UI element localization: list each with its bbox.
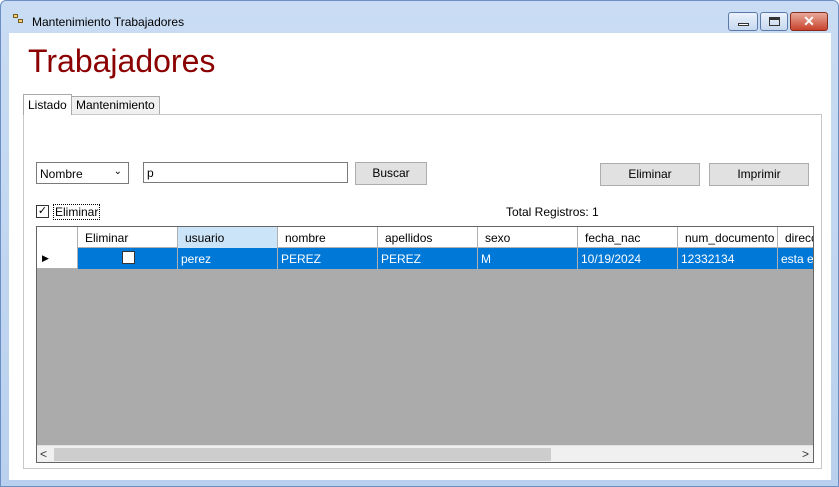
window-title: Mantenimiento Trabajadores [32, 15, 185, 29]
tab-listado[interactable]: Listado [23, 94, 72, 115]
column-header-direccion[interactable]: direcc [778, 227, 813, 248]
search-field-select[interactable]: Nombre ⌄ [36, 162, 129, 184]
horizontal-scrollbar[interactable]: < > [37, 445, 813, 462]
checkbox-check-icon[interactable]: ✓ [36, 205, 49, 218]
cell-nombre[interactable]: PEREZ [278, 248, 378, 269]
minimize-button[interactable] [728, 12, 758, 31]
title-bar[interactable]: Mantenimiento Trabajadores ✕ [1, 1, 838, 33]
row-eliminar-checkbox[interactable] [122, 251, 135, 264]
cell-fecha-nac[interactable]: 10/19/2024 [578, 248, 678, 269]
column-header-num-documento[interactable]: num_documento [678, 227, 778, 248]
cell-sexo[interactable]: M [478, 248, 578, 269]
maximize-icon [769, 17, 780, 26]
column-header-eliminar[interactable]: Eliminar [78, 227, 178, 248]
imprimir-button[interactable]: Imprimir [709, 163, 809, 186]
cell-direccion[interactable]: esta es [778, 248, 813, 269]
close-button[interactable]: ✕ [790, 12, 828, 31]
search-input[interactable]: p [143, 162, 348, 183]
maximize-button[interactable] [760, 12, 788, 31]
total-registros: Total Registros: 1 [506, 205, 599, 219]
row-header-corner[interactable] [37, 227, 78, 248]
cell-num-documento[interactable]: 12332134 [678, 248, 778, 269]
chevron-down-icon: ⌄ [113, 166, 122, 177]
page-title: Trabajadores [28, 43, 216, 79]
column-header-usuario[interactable]: usuario [178, 227, 278, 248]
tab-mantenimiento[interactable]: Mantenimiento [71, 96, 160, 114]
column-header-fecha-nac[interactable]: fecha_nac [578, 227, 678, 248]
current-row-icon: ▶ [42, 253, 49, 263]
eliminar-checkbox-label: Eliminar [53, 204, 101, 220]
scrollbar-thumb[interactable] [54, 448, 551, 461]
grid-header: Eliminar usuario nombre apellidos sexo f… [37, 227, 813, 248]
minimize-icon [738, 23, 749, 26]
cell-usuario[interactable]: perez [178, 248, 278, 269]
app-icon [13, 14, 25, 24]
buscar-button[interactable]: Buscar [355, 162, 427, 185]
column-header-sexo[interactable]: sexo [478, 227, 578, 248]
row-selector[interactable]: ▶ [37, 248, 78, 269]
table-row[interactable]: ▶ perez PEREZ PEREZ M 10/19/2024 1233213… [37, 248, 813, 269]
column-header-nombre[interactable]: nombre [278, 227, 378, 248]
cell-apellidos[interactable]: PEREZ [378, 248, 478, 269]
column-header-apellidos[interactable]: apellidos [378, 227, 478, 248]
workers-grid[interactable]: Eliminar usuario nombre apellidos sexo f… [36, 226, 814, 463]
app-window: Mantenimiento Trabajadores ✕ Trabajadore… [0, 0, 839, 487]
client-area: Trabajadores Listado Mantenimiento Nombr… [9, 33, 831, 480]
close-icon: ✕ [803, 13, 815, 29]
cell-eliminar[interactable] [78, 248, 178, 269]
eliminar-button[interactable]: Eliminar [600, 163, 700, 186]
scroll-left-icon[interactable]: < [40, 447, 47, 461]
scroll-right-icon[interactable]: > [802, 447, 809, 461]
search-field-value: Nombre [40, 167, 83, 181]
